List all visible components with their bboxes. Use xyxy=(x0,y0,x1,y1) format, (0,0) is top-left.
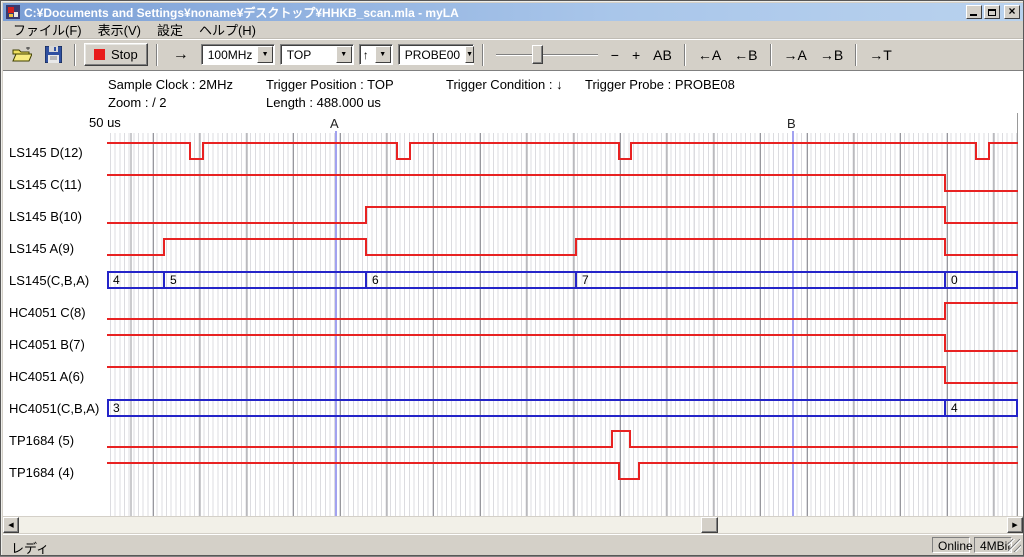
resize-grip[interactable] xyxy=(1008,539,1021,552)
goto-b-forward-button[interactable]: →B xyxy=(816,47,847,63)
sample-clock-combo[interactable]: 100MHz ▼ xyxy=(201,44,275,65)
timescale-label: 50 us xyxy=(87,115,123,130)
goto-b-back-button[interactable]: ←B xyxy=(730,47,761,63)
maximize-icon xyxy=(988,9,996,16)
toolbar: Stop → 100MHz ▼ TOP ▼ ↑ ▼ PROBE00 ▼ − + … xyxy=(3,39,1023,69)
trigger-probe-info: Trigger Probe : PROBE08 xyxy=(585,77,735,92)
menu-file[interactable]: ファイル(F) xyxy=(5,19,90,40)
trigger-edge-combo[interactable]: ↑ ▼ xyxy=(359,44,393,65)
chevron-down-icon[interactable]: ▼ xyxy=(336,46,352,63)
save-button[interactable] xyxy=(40,43,66,67)
zoom-slider-track xyxy=(496,54,598,56)
status-ready-text: レディ xyxy=(11,538,49,557)
open-folder-icon xyxy=(12,47,32,63)
menu-view[interactable]: 表示(V) xyxy=(90,19,149,40)
toolbar-separator xyxy=(770,44,772,66)
channel-label: HC4051 A(6) xyxy=(9,369,84,384)
trigger-position-combo-value: TOP xyxy=(281,48,335,62)
chevron-down-icon[interactable]: ▼ xyxy=(257,46,272,63)
close-icon: × xyxy=(1008,5,1015,17)
toolbar-separator xyxy=(156,44,158,66)
channel-label: TP1684 (4) xyxy=(9,465,74,480)
chevron-down-icon[interactable]: ▼ xyxy=(465,46,474,63)
stop-icon xyxy=(94,49,105,60)
scrollbar-thumb[interactable] xyxy=(701,517,718,533)
trigger-edge-combo-value: ↑ xyxy=(360,48,374,62)
cursor-a-label: A xyxy=(330,116,339,131)
channel-label: LS145 D(12) xyxy=(9,145,83,160)
channel-label-panel: LS145 D(12) LS145 C(11) LS145 B(10) LS145 A… xyxy=(3,113,107,516)
channel-label: LS145 C(11) xyxy=(9,177,82,192)
menu-bar: ファイル(F) 表示(V) 設定 ヘルプ(H) xyxy=(3,21,1023,39)
length-info: Length : 488.000 us xyxy=(266,95,381,110)
channel-label: HC4051 C(8) xyxy=(9,305,86,320)
goto-a-forward-button[interactable]: →A xyxy=(780,47,811,63)
minimize-icon xyxy=(970,14,977,16)
trigger-probe-combo-value: PROBE00 xyxy=(399,48,464,62)
zoom-in-button[interactable]: + xyxy=(628,47,644,63)
scroll-left-button[interactable]: ◀ xyxy=(3,517,19,533)
toolbar-separator xyxy=(482,44,484,66)
zoom-slider[interactable] xyxy=(496,44,598,66)
maximize-button[interactable] xyxy=(984,5,1000,19)
stop-button-label: Stop xyxy=(111,47,138,62)
toolbar-separator xyxy=(74,44,76,66)
app-window: C:¥Documents and Settings¥noname¥デスクトップ¥… xyxy=(0,0,1024,556)
trigger-condition-info: Trigger Condition : ↓ xyxy=(446,77,563,92)
zoom-out-button[interactable]: − xyxy=(607,47,623,63)
app-icon xyxy=(6,5,20,19)
status-bar: レディ Online 4MBit xyxy=(3,534,1023,554)
cursor-a-line[interactable] xyxy=(335,131,337,516)
trigger-position-combo[interactable]: TOP ▼ xyxy=(280,44,354,65)
toolbar-separator xyxy=(855,44,857,66)
menu-help[interactable]: ヘルプ(H) xyxy=(191,19,264,40)
toolbar-separator xyxy=(684,44,686,66)
status-memory-badge: 4MBit xyxy=(974,537,1012,553)
channel-label: LS145(C,B,A) xyxy=(9,273,89,288)
channel-label: LS145 B(10) xyxy=(9,209,82,224)
channel-label: LS145 A(9) xyxy=(9,241,74,256)
minimize-button[interactable] xyxy=(966,5,982,19)
goto-a-back-button[interactable]: ←A xyxy=(694,47,725,63)
waveform-area[interactable]: 4567034 AB xyxy=(107,113,1018,516)
zoom-info: Zoom : / 2 xyxy=(108,95,167,110)
sample-clock-info: Sample Clock : 2MHz xyxy=(108,77,233,92)
open-file-button[interactable] xyxy=(9,43,35,67)
channel-label: HC4051 B(7) xyxy=(9,337,85,352)
channel-label: HC4051(C,B,A) xyxy=(9,401,99,416)
floppy-disk-icon xyxy=(45,46,62,63)
zoom-slider-thumb[interactable] xyxy=(532,45,543,64)
horizontal-scrollbar[interactable]: ◀ ▶ xyxy=(3,517,1023,533)
menu-settings[interactable]: 設定 xyxy=(149,19,191,40)
trigger-probe-combo[interactable]: PROBE00 ▼ xyxy=(398,44,474,65)
channel-label: TP1684 (5) xyxy=(9,433,74,448)
goto-trigger-button[interactable]: →T xyxy=(865,47,896,63)
waveform-grid xyxy=(107,133,1017,516)
status-online-badge: Online xyxy=(932,537,970,553)
close-button[interactable]: × xyxy=(1004,5,1020,19)
chevron-down-icon[interactable]: ▼ xyxy=(375,46,391,63)
run-button[interactable]: → xyxy=(166,43,196,67)
scroll-right-button[interactable]: ▶ xyxy=(1007,517,1023,533)
cursor-b-label: B xyxy=(787,116,796,131)
window-title: C:¥Documents and Settings¥noname¥デスクトップ¥… xyxy=(24,4,962,21)
cursor-b-line[interactable] xyxy=(792,131,794,516)
ab-range-button[interactable]: AB xyxy=(649,47,676,63)
sample-clock-combo-value: 100MHz xyxy=(202,48,257,62)
trigger-position-info: Trigger Position : TOP xyxy=(266,77,394,92)
stop-button[interactable]: Stop xyxy=(84,43,148,66)
